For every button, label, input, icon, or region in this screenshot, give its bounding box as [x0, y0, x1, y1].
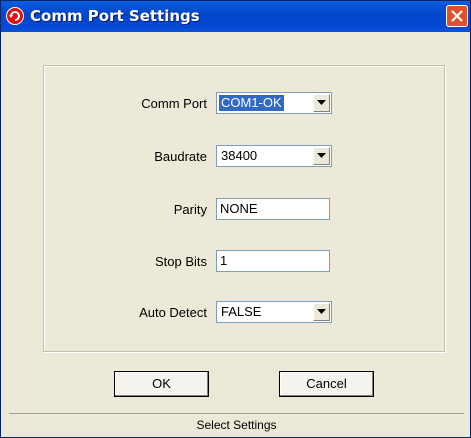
stop-bits-field[interactable] [216, 250, 330, 272]
auto-detect-value: FALSE [221, 304, 262, 319]
chevron-down-icon [317, 309, 326, 314]
comm-port-label: Comm Port [141, 96, 207, 111]
parity-input[interactable] [220, 201, 320, 216]
comm-port-value: COM1-OK [219, 95, 284, 111]
status-text: Select Settings [196, 418, 277, 432]
parity-field[interactable] [216, 198, 330, 220]
baudrate-select[interactable]: 38400 [216, 145, 332, 167]
auto-detect-label: Auto Detect [139, 305, 207, 320]
comm-port-select[interactable]: COM1-OK [216, 92, 332, 114]
stop-bits-input[interactable] [220, 253, 320, 268]
chevron-down-icon [317, 100, 326, 105]
close-icon [451, 10, 463, 22]
comm-port-dropdown-button[interactable] [313, 94, 330, 112]
baudrate-dropdown-button[interactable] [313, 147, 330, 165]
dialog-window: Comm Port Settings Comm Port COM1-OK Bau… [0, 0, 471, 438]
close-button[interactable] [446, 5, 468, 27]
auto-detect-dropdown-button[interactable] [313, 303, 330, 321]
ok-button[interactable]: OK [114, 371, 209, 397]
app-icon[interactable] [6, 7, 24, 25]
baudrate-value: 38400 [221, 148, 258, 163]
cancel-button[interactable]: Cancel [279, 371, 374, 397]
window-title: Comm Port Settings [30, 7, 200, 25]
auto-detect-select[interactable]: FALSE [216, 301, 332, 323]
baudrate-label: Baudrate [154, 149, 207, 164]
title-bar[interactable]: Comm Port Settings [1, 1, 470, 32]
stop-bits-label: Stop Bits [154, 254, 207, 269]
chevron-down-icon [317, 153, 326, 158]
status-bar: Select Settings [9, 413, 464, 435]
parity-label: Parity [173, 202, 207, 217]
